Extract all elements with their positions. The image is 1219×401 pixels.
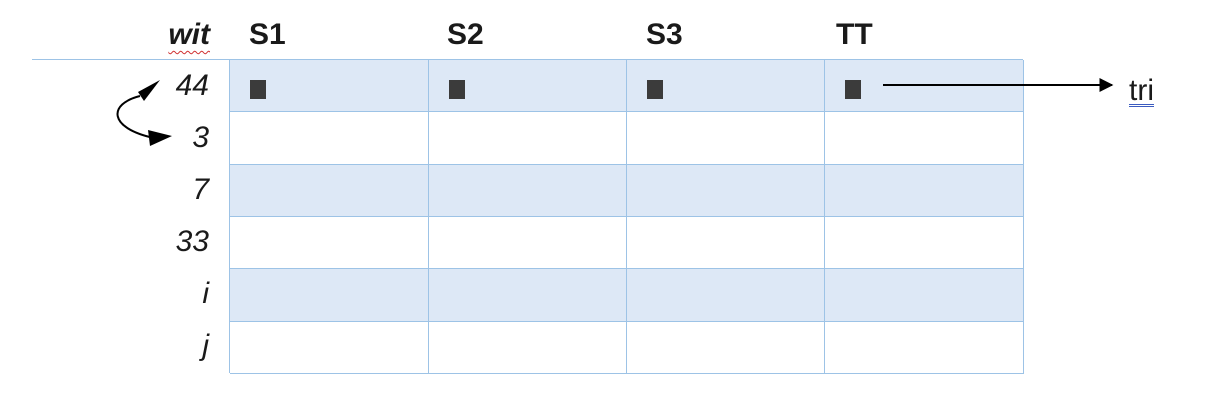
output-label: tri [1129, 74, 1154, 107]
arrowhead-to-3 [148, 130, 172, 146]
arrows-overlay [116, 78, 1114, 146]
arrowhead-to-44 [138, 80, 160, 101]
